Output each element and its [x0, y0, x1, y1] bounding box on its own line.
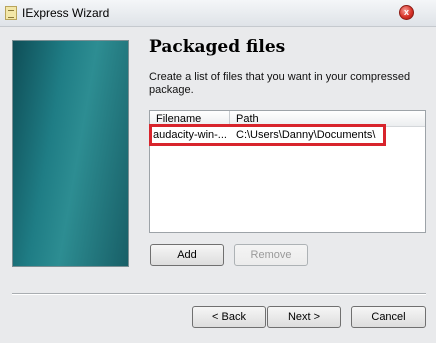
window-title: IExpress Wizard: [22, 6, 110, 20]
next-button[interactable]: Next >: [267, 306, 341, 328]
remove-button[interactable]: Remove: [234, 244, 308, 266]
title-bar: IExpress Wizard x: [0, 0, 436, 27]
highlight-box: [149, 124, 386, 146]
cancel-button[interactable]: Cancel: [351, 306, 426, 328]
back-button[interactable]: < Back: [192, 306, 266, 328]
wizard-side-panel: [12, 40, 129, 267]
iexpress-icon: [5, 6, 17, 20]
add-button[interactable]: Add: [150, 244, 224, 266]
page-description: Create a list of files that you want in …: [149, 71, 411, 96]
page-title: Packaged files: [149, 37, 286, 57]
close-icon[interactable]: x: [399, 5, 414, 20]
divider: [12, 293, 426, 295]
